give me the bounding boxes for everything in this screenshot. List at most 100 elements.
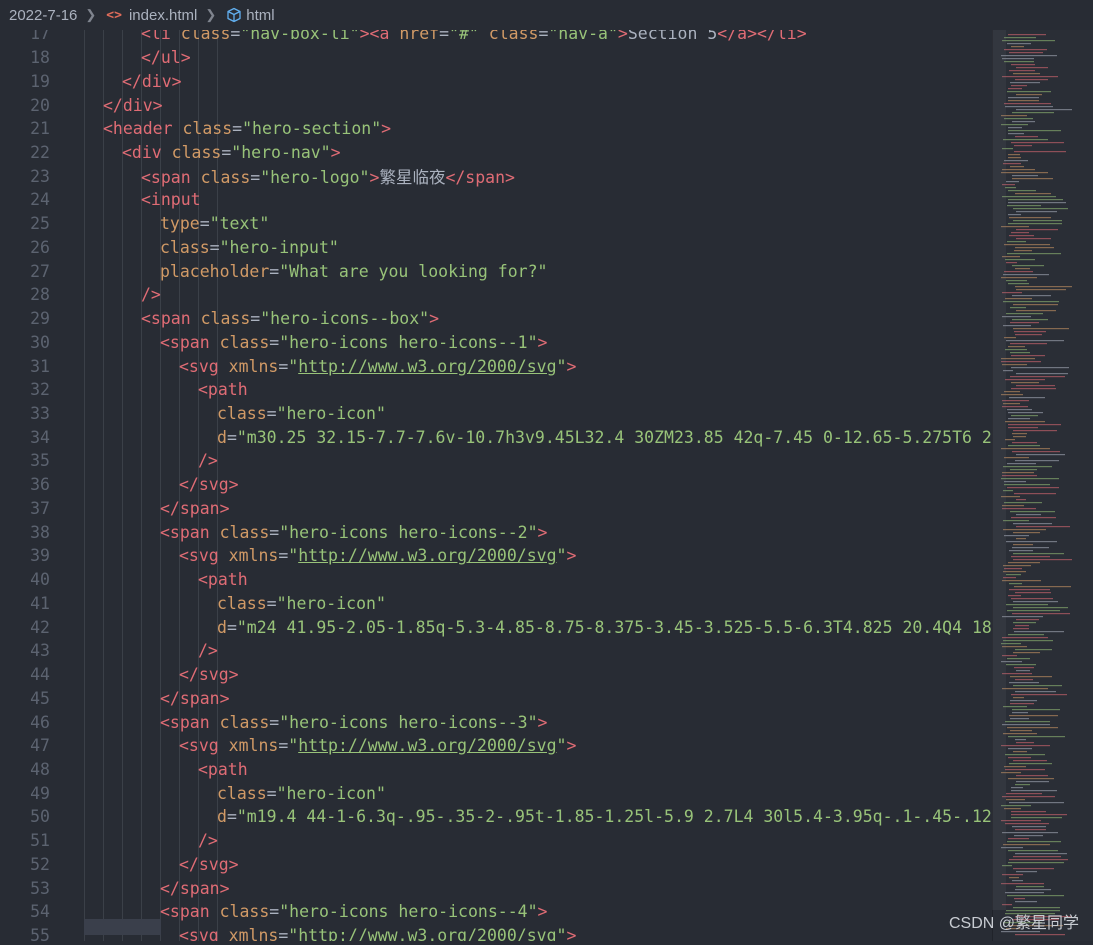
minimap-line <box>1013 436 1026 438</box>
minimap-line <box>1013 856 1061 858</box>
token-attr: class <box>217 404 267 424</box>
minimap-line <box>1006 280 1027 282</box>
code-line[interactable]: 24 <input <box>0 188 992 212</box>
code-line[interactable]: 40 <path <box>0 568 992 592</box>
minimap-line <box>1007 727 1058 729</box>
token-tag: /> <box>198 451 218 471</box>
token-str: " <box>556 546 567 566</box>
token-txt: = <box>269 332 280 352</box>
line-number: 28 <box>30 285 50 305</box>
minimap-line <box>1010 676 1052 678</box>
code-line[interactable]: 51 /> <box>0 829 992 853</box>
code-line[interactable]: 50 d="m19.4 44-1-6.3q-.95-.35-2-.95t-1.85… <box>0 805 992 829</box>
code-line[interactable]: 25 type="text" <box>0 212 992 236</box>
code-line[interactable]: 38 <span class="hero-icons hero-icons--2"… <box>0 520 992 544</box>
minimap-line <box>1016 229 1058 231</box>
code-line[interactable]: 18 </ul> <box>0 46 992 70</box>
code-line[interactable]: 21 <header class="hero-section"> <box>0 117 992 141</box>
code-line[interactable]: 43 /> <box>0 639 992 663</box>
minimap-line <box>1008 757 1031 759</box>
code-line[interactable]: 28 /> <box>0 283 992 307</box>
code-line[interactable]: 19 </div> <box>0 69 992 93</box>
minimap-line <box>1006 664 1036 666</box>
code-line[interactable]: 53 </span> <box>0 876 992 900</box>
code-line[interactable]: 35 /> <box>0 449 992 473</box>
code-line[interactable]: 32 <path <box>0 378 992 402</box>
code-text: <span class="hero-icons hero-icons--2"> <box>160 523 547 542</box>
code-line[interactable]: 42 d="m24 41.95-2.05-1.85q-5.3-4.85-8.75-… <box>0 615 992 639</box>
code-line[interactable]: 52 </svg> <box>0 853 992 877</box>
code-line[interactable]: 48 <path <box>0 758 992 782</box>
code-line[interactable]: 36 </svg> <box>0 473 992 497</box>
code-line[interactable]: 34 d="m30.25 32.15-7.7-7.6v-10.7h3v9.45L3… <box>0 425 992 449</box>
token-tag: </svg> <box>179 854 239 874</box>
code-line[interactable]: 31 <svg xmlns="http://www.w3.org/2000/svg… <box>0 354 992 378</box>
minimap-line <box>1008 736 1065 738</box>
code-line[interactable]: 20 </div> <box>0 93 992 117</box>
line-number: 37 <box>30 498 50 518</box>
minimap[interactable] <box>992 30 1093 941</box>
minimap-line <box>1011 814 1067 816</box>
code-line[interactable]: 47 <svg xmlns="http://www.w3.org/2000/svg… <box>0 734 992 758</box>
horizontal-scrollbar-thumb[interactable] <box>84 919 161 935</box>
token-str: "hero-section" <box>242 119 382 139</box>
token-txt: = <box>269 261 280 281</box>
code-line[interactable]: 26 class="hero-input" <box>0 236 992 260</box>
code-line[interactable]: 41 class="hero-icon" <box>0 592 992 616</box>
breadcrumb-symbol[interactable]: html <box>246 7 274 24</box>
code-editor[interactable]: 17 <li class="nav-box-li"><a href="#" cla… <box>0 30 992 941</box>
code-line[interactable]: 22 <div class="hero-nav"> <box>0 141 992 165</box>
token-tag: > <box>537 902 548 922</box>
code-line[interactable]: 33 class="hero-icon" <box>0 402 992 426</box>
token-url[interactable]: http://www.w3.org/2000/svg <box>298 357 556 376</box>
code-line[interactable]: 27 placeholder="What are you looking for?… <box>0 259 992 283</box>
code-line[interactable]: 30 <span class="hero-icons hero-icons--1"… <box>0 330 992 354</box>
token-str: "hero-icon" <box>276 404 386 424</box>
breadcrumb-folder[interactable]: 2022-7-16 <box>9 7 77 24</box>
token-url[interactable]: http://www.w3.org/2000/svg <box>298 546 556 565</box>
code-text: d="m30.25 32.15-7.7-7.6v-10.7h3v9.45L32.… <box>217 428 992 447</box>
code-line[interactable]: 37 </span> <box>0 497 992 521</box>
code-text: </span> <box>160 499 230 518</box>
minimap-line <box>1010 307 1026 309</box>
minimap-line <box>1013 685 1062 687</box>
minimap-line <box>1004 568 1022 570</box>
code-text: <span class="hero-icons hero-icons--3"> <box>160 713 547 732</box>
minimap-line <box>1013 652 1040 654</box>
minimap-line <box>1005 421 1045 423</box>
minimap-line <box>1011 367 1069 369</box>
token-url[interactable]: http://www.w3.org/2000/svg <box>298 926 556 941</box>
token-str: "hero-icons hero-icons--4" <box>279 902 538 922</box>
line-number: 19 <box>30 71 50 91</box>
minimap-line <box>1003 640 1053 642</box>
minimap-line <box>1005 721 1050 723</box>
breadcrumb-file[interactable]: index.html <box>129 7 197 24</box>
minimap-line <box>1013 430 1057 432</box>
minimap-line <box>1016 871 1037 873</box>
minimap-line <box>1006 541 1057 543</box>
minimap-line <box>1015 889 1051 891</box>
minimap-line <box>1011 355 1045 357</box>
token-txt: Section 5 <box>627 30 718 44</box>
code-line[interactable]: 44 </svg> <box>0 663 992 687</box>
code-text: <li class="nav-box-li"><a href="#" class… <box>141 30 807 43</box>
code-line[interactable]: 39 <svg xmlns="http://www.w3.org/2000/svg… <box>0 544 992 568</box>
line-number: 33 <box>30 404 50 424</box>
minimap-line <box>1009 715 1058 717</box>
code-line[interactable]: 23 <span class="hero-logo">繁星临夜</span> <box>0 164 992 188</box>
code-line[interactable]: 46 <span class="hero-icons hero-icons--3"… <box>0 710 992 734</box>
scrollbar-thumb[interactable] <box>992 30 1006 910</box>
minimap-line <box>1005 298 1032 300</box>
token-attr: class <box>217 593 267 613</box>
code-text: <span class="hero-icons--box"> <box>141 309 439 328</box>
minimap-line <box>1008 154 1020 156</box>
token-url[interactable]: http://www.w3.org/2000/svg <box>298 736 556 755</box>
minimap-line <box>1003 565 1031 567</box>
code-line[interactable]: 45 </span> <box>0 686 992 710</box>
minimap-line <box>1009 859 1068 861</box>
code-line[interactable]: 49 class="hero-icon" <box>0 781 992 805</box>
minimap-line <box>1013 559 1072 561</box>
code-line[interactable]: 29 <span class="hero-icons--box"> <box>0 307 992 331</box>
code-line[interactable]: 17 <li class="nav-box-li"><a href="#" cla… <box>0 30 992 46</box>
token-txt: = <box>439 30 450 44</box>
